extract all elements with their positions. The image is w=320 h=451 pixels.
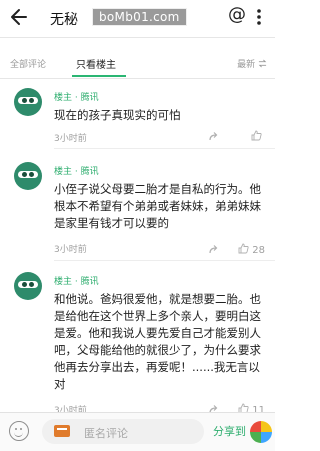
like-icon xyxy=(238,243,249,254)
share-icon[interactable] xyxy=(208,244,219,255)
comment-author[interactable]: 楼主 · 腾讯 xyxy=(54,90,99,103)
tab-newest[interactable]: 最新 xyxy=(237,57,267,70)
page-title: 无秘 xyxy=(50,12,78,28)
watermark: boMb01.com xyxy=(92,8,187,26)
divider xyxy=(54,260,275,261)
bottom-comment-bar: 匿名评论 分享到 xyxy=(0,412,275,451)
comment-author[interactable]: 楼主 · 腾讯 xyxy=(54,164,99,177)
top-bar: 无秘 boMb01.com @ xyxy=(0,0,275,36)
back-arrow-icon[interactable] xyxy=(8,6,30,28)
tab-all-comments[interactable]: 全部评论 xyxy=(10,57,46,70)
share-to-button[interactable]: 分享到 xyxy=(213,423,246,439)
like-button[interactable] xyxy=(251,130,265,143)
emoji-icon[interactable] xyxy=(9,421,29,441)
more-vertical-icon[interactable] xyxy=(253,5,265,29)
comment-filter-tabs: 全部评论 只看楼主 最新 xyxy=(0,48,275,78)
comment-text: 现在的孩子真现实的可怕 xyxy=(54,108,181,122)
share-icon[interactable] xyxy=(208,131,219,142)
comment-placeholder: 匿名评论 xyxy=(84,427,128,440)
comment-time: 3小时前 xyxy=(54,134,87,144)
active-tab-indicator xyxy=(72,75,126,77)
divider xyxy=(0,37,275,38)
avatar-mask-icon[interactable] xyxy=(14,162,42,190)
swap-icon xyxy=(258,59,267,68)
like-button[interactable]: 28 xyxy=(238,243,265,256)
divider xyxy=(0,78,275,79)
share-apps-icon[interactable] xyxy=(250,421,272,443)
comment-text: 和他说。爸妈很爱他，就是想要二胎。也是给他在这个世界上多个亲人，要明白这是爱。他… xyxy=(54,292,261,391)
tab-host-only[interactable]: 只看楼主 xyxy=(76,56,116,71)
divider xyxy=(54,148,275,149)
anonymous-comment-input[interactable]: 匿名评论 xyxy=(42,419,204,444)
card-icon xyxy=(54,425,70,437)
avatar-mask-icon[interactable] xyxy=(14,88,42,116)
comment-text: 小侄子说父母要二胎才是自私的行为。他根本不希望有个弟弟或者妹妹，弟弟妹妹是家里有… xyxy=(54,182,261,230)
comment-time: 3小时前 xyxy=(54,245,87,255)
avatar-mask-icon[interactable] xyxy=(14,272,42,300)
tab-newest-label: 最新 xyxy=(237,60,256,70)
at-mention-button[interactable]: @ xyxy=(228,4,246,25)
comment-author[interactable]: 楼主 · 腾讯 xyxy=(54,274,99,287)
like-icon xyxy=(251,130,262,141)
like-count: 28 xyxy=(252,245,265,256)
